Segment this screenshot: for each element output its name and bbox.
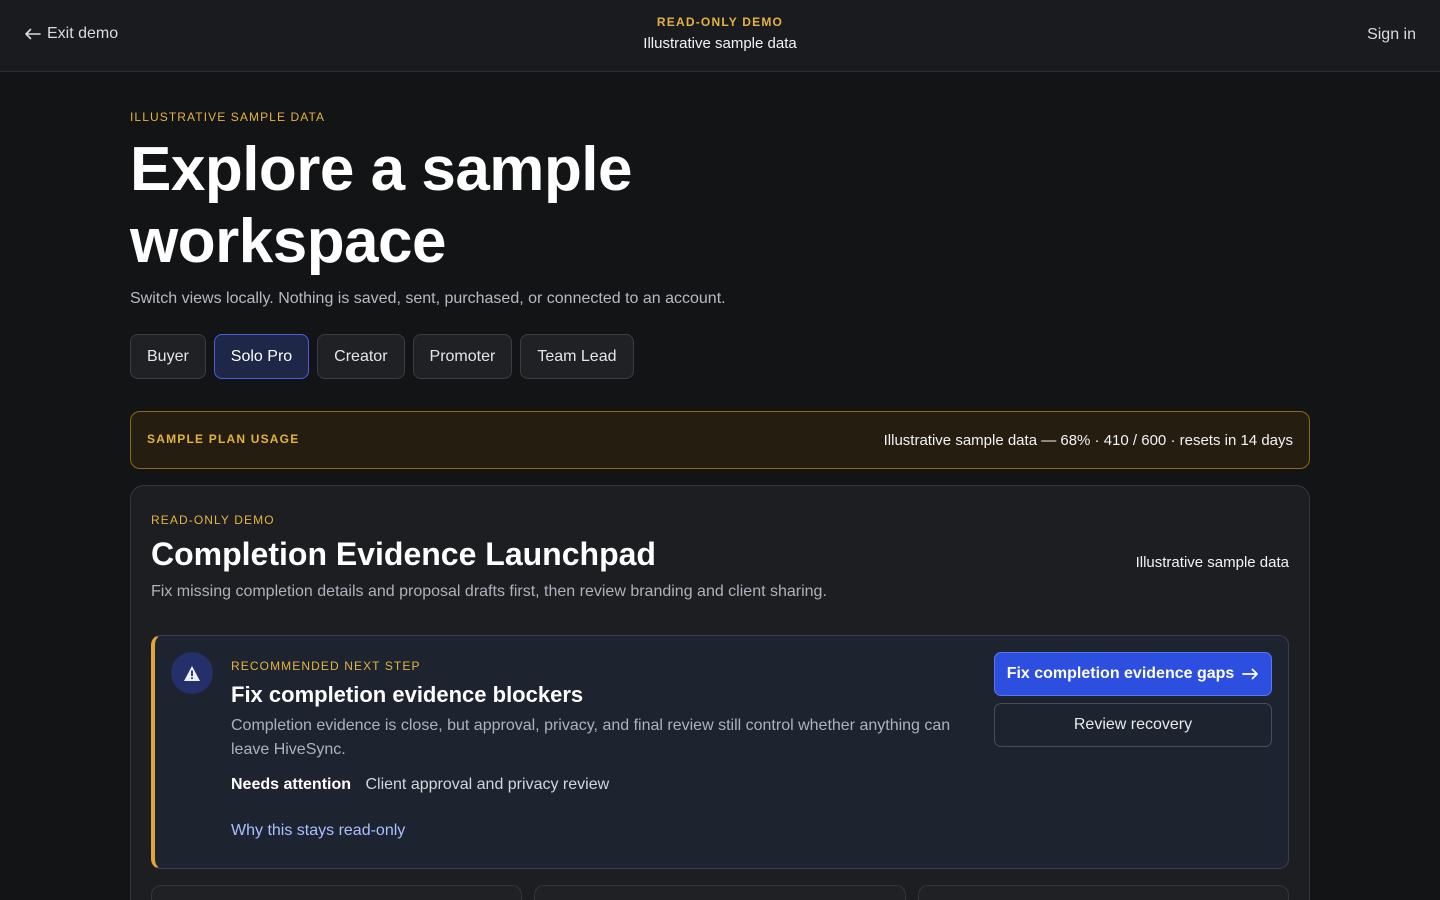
needs-attention-row: Needs attention Client approval and priv… — [231, 776, 609, 794]
launchpad-card: READ-ONLY DEMO Completion Evidence Launc… — [130, 485, 1310, 900]
hero-eyebrow: ILLUSTRATIVE SAMPLE DATA — [130, 110, 326, 124]
recommended-eyebrow: RECOMMENDED NEXT STEP — [231, 659, 421, 673]
sign-in-link[interactable]: Sign in — [1367, 26, 1416, 44]
needs-attention-value: Client approval and privacy review — [365, 776, 610, 793]
tab-team-lead[interactable]: Team Lead — [520, 334, 634, 379]
card-eyebrow: READ-ONLY DEMO — [151, 513, 275, 527]
recommended-step-panel: RECOMMENDED NEXT STEP Fix completion evi… — [151, 635, 1289, 869]
page-title: Explore a sample workspace — [130, 135, 633, 276]
plan-usage-label: SAMPLE PLAN USAGE — [147, 432, 300, 446]
summary-card — [917, 885, 1289, 900]
alert-triangle-icon — [184, 665, 200, 681]
summary-cards-row — [151, 885, 1289, 900]
tab-creator[interactable]: Creator — [317, 334, 405, 379]
summary-card — [151, 885, 523, 900]
demo-subtitle: Illustrative sample data — [643, 35, 797, 52]
plan-usage-banner: SAMPLE PLAN USAGE Illustrative sample da… — [130, 411, 1310, 469]
alert-badge — [171, 652, 213, 694]
card-title: Completion Evidence Launchpad — [151, 536, 656, 572]
recommended-title: Fix completion evidence blockers — [231, 682, 584, 707]
main-content: ILLUSTRATIVE SAMPLE DATA Explore a sampl… — [130, 110, 1310, 900]
card-description: Fix missing completion details and propo… — [151, 583, 827, 600]
tab-promoter[interactable]: Promoter — [412, 334, 513, 379]
needs-attention-label: Needs attention — [231, 776, 352, 793]
review-recovery-button[interactable]: Review recovery — [994, 703, 1272, 747]
fix-evidence-gaps-label: Fix completion evidence gaps — [1006, 665, 1235, 682]
role-tabs: Buyer Solo Pro Creator Promoter Team Lea… — [130, 334, 1310, 379]
hero-subtitle: Switch views locally. Nothing is saved, … — [130, 290, 726, 307]
fix-evidence-gaps-button[interactable]: Fix completion evidence gaps — [994, 652, 1272, 696]
card-sample-label: Illustrative sample data — [1135, 554, 1289, 571]
top-bar: Exit demo READ-ONLY DEMO Illustrative sa… — [0, 0, 1440, 72]
arrow-right-icon — [1242, 668, 1259, 680]
summary-card — [534, 885, 906, 900]
demo-banner: READ-ONLY DEMO Illustrative sample data — [0, 15, 1440, 52]
read-only-info-link[interactable]: Why this stays read-only — [231, 822, 405, 840]
tab-solo-pro[interactable]: Solo Pro — [213, 334, 310, 379]
tab-buyer[interactable]: Buyer — [130, 334, 206, 379]
demo-eyebrow: READ-ONLY DEMO — [656, 15, 784, 29]
plan-usage-value: Illustrative sample data — 68% · 410 / 6… — [883, 432, 1293, 449]
recommended-description: Completion evidence is close, but approv… — [231, 717, 951, 758]
